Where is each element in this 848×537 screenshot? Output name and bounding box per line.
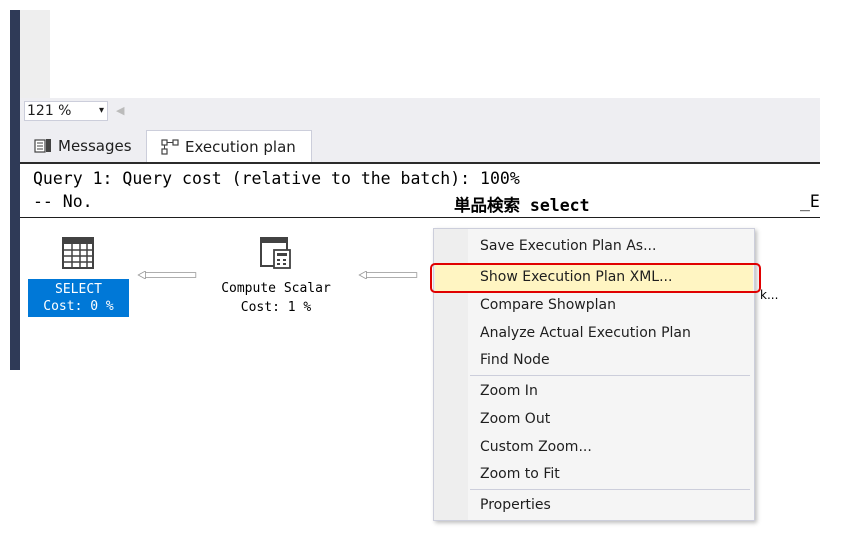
flow-arrow-icon bbox=[137, 271, 197, 279]
compute-scalar-name: Compute Scalar bbox=[221, 281, 331, 296]
select-operator-label[interactable]: SELECT Cost: 0 % bbox=[28, 279, 129, 317]
menu-item-label: Find Node bbox=[480, 352, 550, 368]
query-cost-header: Query 1: Query cost (relative to the bat… bbox=[33, 169, 520, 188]
menu-item-label: Analyze Actual Execution Plan bbox=[480, 325, 691, 341]
menu-item-label: Properties bbox=[480, 497, 551, 513]
menu-separator bbox=[470, 489, 750, 490]
tab-execution-plan-label: Execution plan bbox=[185, 138, 296, 156]
menu-separator bbox=[470, 375, 750, 376]
tab-messages[interactable]: Messages bbox=[28, 130, 152, 162]
menu-item-analyze-plan[interactable]: Analyze Actual Execution Plan bbox=[435, 320, 753, 347]
menu-item-zoom-in[interactable]: Zoom In bbox=[435, 378, 753, 405]
zoom-toolbar bbox=[20, 98, 820, 124]
menu-item-label: Zoom Out bbox=[480, 411, 551, 427]
flow-arrow-icon bbox=[358, 271, 418, 279]
query-text-prefix: -- No. bbox=[33, 192, 93, 211]
chevron-down-icon[interactable]: ▾ bbox=[99, 102, 104, 120]
menu-item-label: Compare Showplan bbox=[480, 297, 616, 313]
editor-margin bbox=[20, 10, 50, 98]
menu-item-save-plan[interactable]: Save Execution Plan As... bbox=[435, 233, 753, 260]
menu-item-zoom-to-fit[interactable]: Zoom to Fit bbox=[435, 461, 753, 488]
menu-item-find-node[interactable]: Find Node bbox=[435, 347, 753, 374]
messages-icon bbox=[34, 139, 51, 153]
query-header-divider bbox=[20, 217, 820, 218]
menu-item-label: Save Execution Plan As... bbox=[480, 238, 657, 254]
zoom-select[interactable]: 121 % ▾ bbox=[24, 101, 108, 121]
query-text-middle: 単品検索 select bbox=[454, 196, 590, 215]
compute-scalar-label[interactable]: Compute Scalar Cost: 1 % bbox=[205, 279, 347, 317]
menu-item-custom-zoom[interactable]: Custom Zoom... bbox=[435, 434, 753, 461]
menu-item-label: Custom Zoom... bbox=[480, 439, 592, 455]
menu-item-properties[interactable]: Properties bbox=[435, 492, 753, 519]
select-result-icon[interactable] bbox=[61, 236, 95, 270]
menu-item-compare-showplan[interactable]: Compare Showplan bbox=[435, 292, 753, 319]
execution-plan-icon bbox=[161, 139, 179, 155]
highlight-annotation bbox=[430, 263, 761, 293]
zoom-value: 121 % bbox=[27, 103, 72, 119]
compute-scalar-icon[interactable] bbox=[259, 236, 293, 270]
query-text-suffix: _E bbox=[800, 192, 820, 211]
menu-item-zoom-out[interactable]: Zoom Out bbox=[435, 406, 753, 433]
editor-left-border bbox=[10, 10, 20, 370]
select-operator-name: SELECT bbox=[55, 282, 102, 297]
tab-messages-label: Messages bbox=[58, 137, 132, 155]
menu-item-label: Zoom to Fit bbox=[480, 466, 560, 482]
tab-execution-plan[interactable]: Execution plan bbox=[146, 130, 312, 162]
scroll-left-icon[interactable]: ◀ bbox=[116, 104, 124, 117]
truncated-operator-label: k... bbox=[760, 288, 779, 302]
menu-item-label: Zoom In bbox=[480, 383, 538, 399]
select-operator-cost: Cost: 0 % bbox=[43, 299, 114, 314]
compute-scalar-cost: Cost: 1 % bbox=[240, 300, 312, 315]
